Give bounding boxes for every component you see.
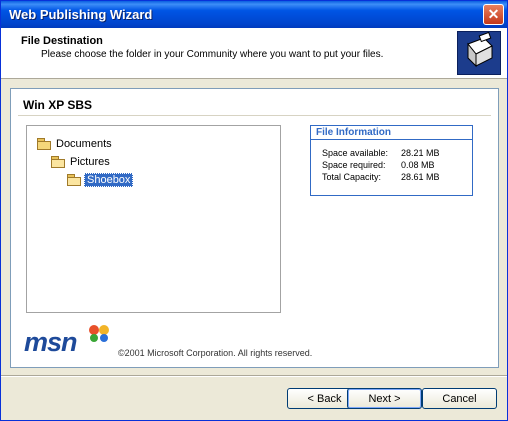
header-subtitle: Please choose the folder in your Communi… xyxy=(41,49,384,60)
msn-butterfly-icon xyxy=(89,325,109,342)
total-capacity-label: Total Capacity: xyxy=(322,172,382,182)
tree-item-label: Documents xyxy=(56,137,112,150)
file-information-box: File Information Space available: 28.21 … xyxy=(310,125,473,196)
content-panel: Win XP SBS Documents Pictures Shoebox Fi… xyxy=(10,88,499,368)
footer-divider xyxy=(1,375,507,377)
folder-tree[interactable]: Documents Pictures Shoebox xyxy=(26,125,281,313)
file-information-title: File Information xyxy=(311,126,472,140)
tree-item-label: Shoebox xyxy=(84,172,134,187)
copyright-text: ©2001 Microsoft Corporation. All rights … xyxy=(118,348,313,358)
total-capacity-value: 28.61 MB xyxy=(401,172,440,182)
close-icon: ✕ xyxy=(487,6,500,22)
space-available-label: Space available: xyxy=(322,148,389,158)
publishing-wizard-icon xyxy=(457,31,501,75)
folder-open-icon xyxy=(67,174,81,186)
folder-open-icon xyxy=(51,156,65,168)
tree-item-documents[interactable]: Documents xyxy=(37,136,114,151)
tree-item-pictures[interactable]: Pictures xyxy=(51,154,112,169)
content-divider xyxy=(18,115,491,116)
header-title: File Destination xyxy=(21,35,103,47)
next-button[interactable]: Next > xyxy=(347,388,422,409)
title-bar[interactable]: Web Publishing Wizard ✕ xyxy=(1,1,507,28)
tree-item-label: Pictures xyxy=(70,155,110,168)
wizard-window: Web Publishing Wizard ✕ File Destination… xyxy=(0,0,508,421)
wizard-header: File Destination Please choose the folde… xyxy=(1,28,507,79)
cancel-button[interactable]: Cancel xyxy=(422,388,497,409)
space-required-label: Space required: xyxy=(322,160,386,170)
folder-icon xyxy=(37,138,51,150)
window-title: Web Publishing Wizard xyxy=(9,7,153,22)
space-available-value: 28.21 MB xyxy=(401,148,440,158)
space-required-value: 0.08 MB xyxy=(401,160,435,170)
close-button[interactable]: ✕ xyxy=(483,4,504,25)
community-name: Win XP SBS xyxy=(23,98,93,112)
msn-logo: msn xyxy=(24,327,78,357)
tree-item-shoebox[interactable]: Shoebox xyxy=(67,172,134,187)
